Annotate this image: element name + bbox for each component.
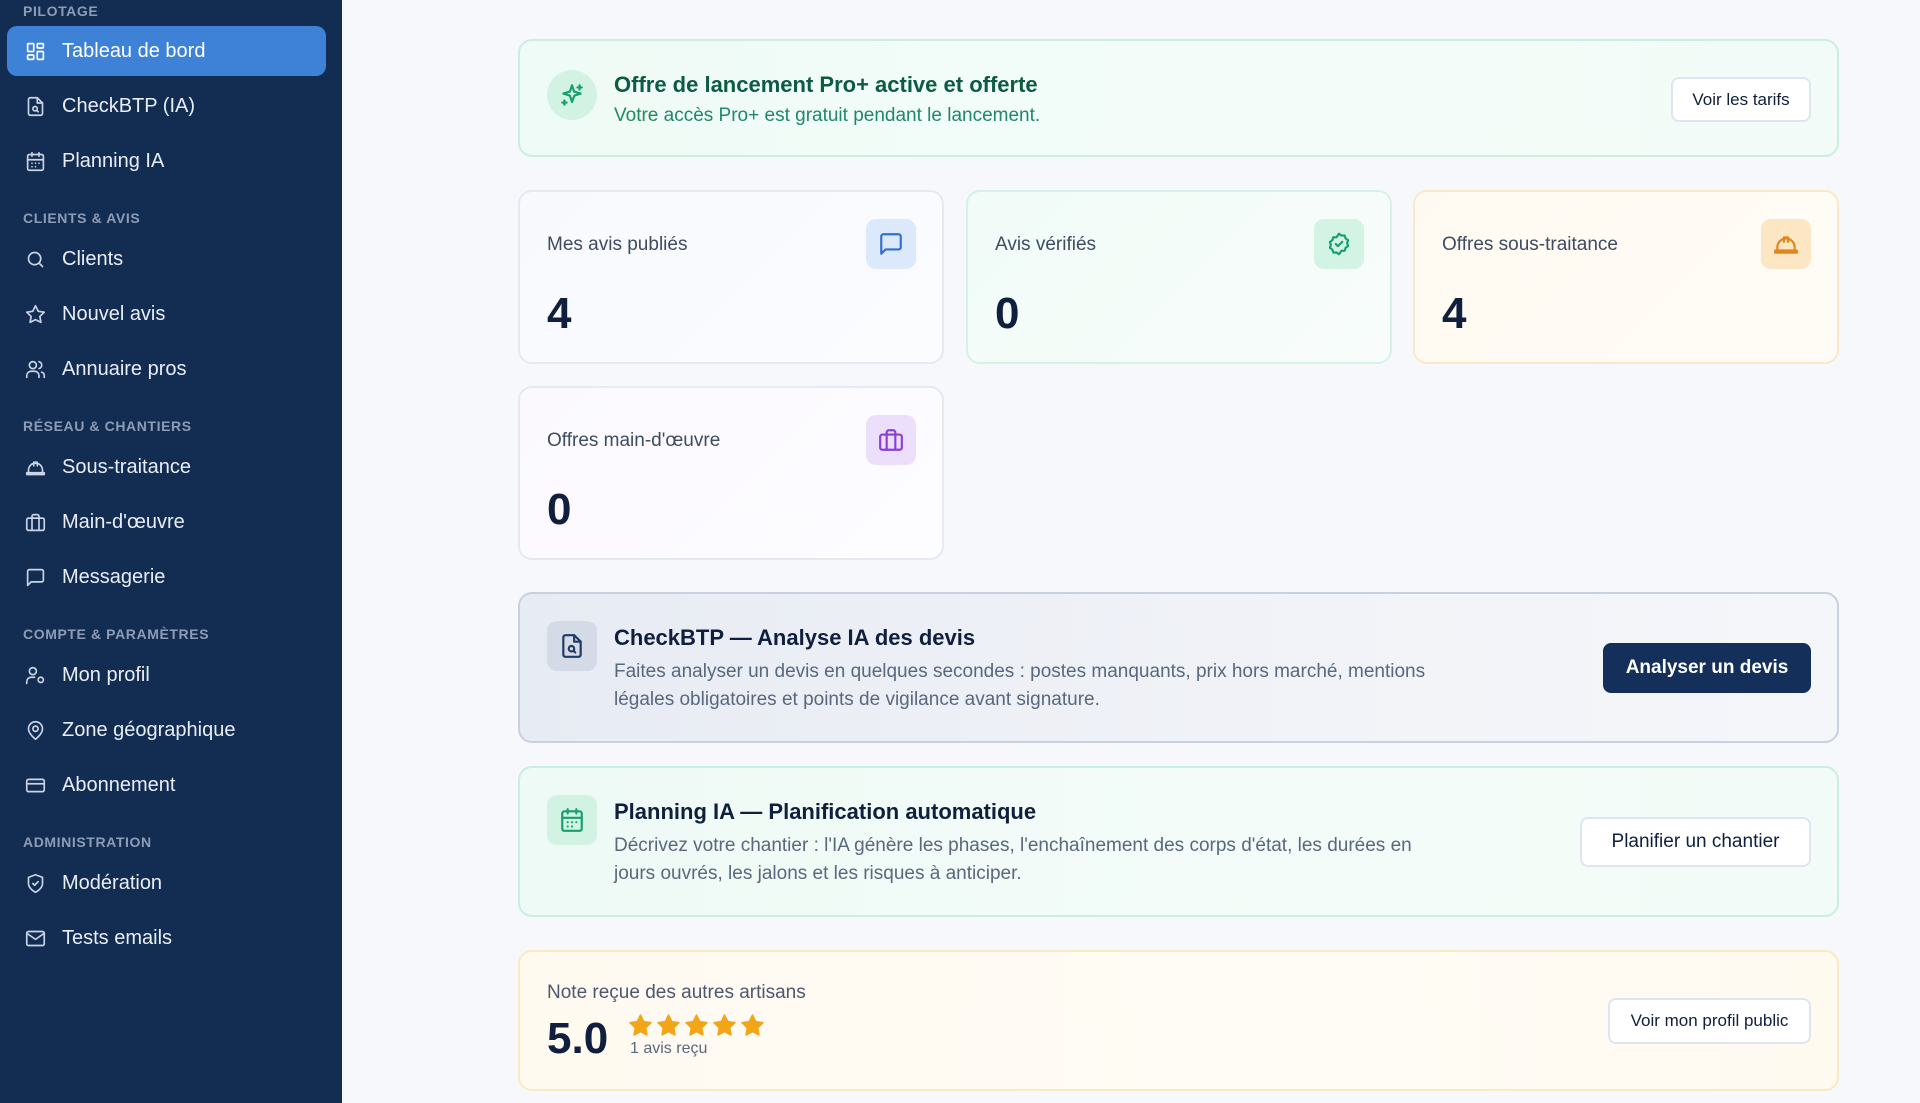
sidebar-section-pilotage: PILOTAGE bbox=[23, 3, 99, 19]
sidebar-item-abonnement[interactable]: Abonnement bbox=[7, 760, 326, 810]
sparkles-icon bbox=[547, 70, 597, 120]
checkbtp-description: Faites analyser un devis en quelques sec… bbox=[614, 661, 1426, 710]
sidebar-item-checkbtp[interactable]: CheckBTP (IA) bbox=[7, 81, 326, 131]
user-cog-icon bbox=[24, 664, 46, 686]
star-icon bbox=[629, 1014, 652, 1036]
sidebar-item-label: Tests emails bbox=[62, 926, 173, 949]
sidebar-section-administration: ADMINISTRATION bbox=[23, 834, 152, 850]
briefcase-icon bbox=[866, 415, 916, 465]
stat-card-verified-reviews: Avis vérifiés 0 bbox=[966, 190, 1392, 364]
sidebar-item-label: Abonnement bbox=[62, 773, 176, 796]
plan-site-button[interactable]: Planifier un chantier bbox=[1580, 817, 1811, 867]
sidebar-item-clients[interactable]: Clients bbox=[7, 234, 326, 284]
stat-card-labor-offers: Offres main-d'œuvre 0 bbox=[518, 386, 944, 560]
stat-card-subcontracting-offers: Offres sous-traitance 4 bbox=[1413, 190, 1839, 364]
file-search-icon bbox=[547, 621, 597, 671]
mail-icon bbox=[24, 927, 46, 949]
sidebar-item-planning-ia[interactable]: Planning IA bbox=[7, 136, 326, 186]
briefcase-icon bbox=[24, 511, 46, 533]
stat-label: Mes avis publiés bbox=[547, 234, 688, 255]
sidebar-section-compte: COMPTE & PARAMÈTRES bbox=[23, 626, 210, 642]
checkbtp-title: CheckBTP — Analyse IA des devis bbox=[614, 625, 976, 650]
sidebar-section-clients: CLIENTS & AVIS bbox=[23, 210, 141, 226]
shield-check-icon bbox=[24, 872, 46, 894]
rating-count: 1 avis reçu bbox=[630, 1040, 708, 1057]
sidebar-section-reseau: RÉSEAU & CHANTIERS bbox=[23, 418, 192, 434]
rating-card: Note reçue des autres artisans 5.0 1 avi… bbox=[518, 950, 1839, 1091]
sidebar-item-label: Main-d'œuvre bbox=[62, 510, 185, 533]
stat-value: 0 bbox=[995, 289, 1020, 338]
sidebar-item-label: Nouvel avis bbox=[62, 302, 166, 325]
sidebar-item-label: Sous-traitance bbox=[62, 455, 191, 478]
star-icon bbox=[24, 303, 46, 325]
sidebar-item-label: Planning IA bbox=[62, 149, 165, 172]
sidebar-item-label: Clients bbox=[62, 247, 124, 270]
stat-label: Avis vérifiés bbox=[995, 234, 1097, 255]
sidebar-item-mon-profil[interactable]: Mon profil bbox=[7, 650, 326, 700]
sidebar-item-label: Zone géographique bbox=[62, 718, 236, 741]
stat-label: Offres sous-traitance bbox=[1442, 234, 1619, 255]
view-public-profile-button[interactable]: Voir mon profil public bbox=[1608, 998, 1811, 1044]
sidebar-item-label: CheckBTP (IA) bbox=[62, 94, 195, 117]
message-icon bbox=[866, 219, 916, 269]
sidebar-item-moderation[interactable]: Modération bbox=[7, 858, 326, 908]
file-search-icon bbox=[24, 95, 46, 117]
star-icon bbox=[741, 1014, 764, 1036]
sidebar-item-tableau-de-bord[interactable]: Tableau de bord bbox=[7, 26, 326, 76]
stat-value: 0 bbox=[547, 485, 572, 534]
dashboard-icon bbox=[24, 40, 46, 62]
stat-value: 4 bbox=[547, 289, 572, 338]
stat-card-published-reviews: Mes avis publiés 4 bbox=[518, 190, 944, 364]
stat-label: Offres main-d'œuvre bbox=[547, 430, 721, 451]
users-icon bbox=[24, 358, 46, 380]
rating-score: 5.0 bbox=[547, 1014, 609, 1063]
stat-value: 4 bbox=[1442, 289, 1467, 338]
sidebar-item-tests-emails[interactable]: Tests emails bbox=[7, 913, 326, 963]
sidebar-item-nouvel-avis[interactable]: Nouvel avis bbox=[7, 289, 326, 339]
analyze-quote-button[interactable]: Analyser un devis bbox=[1603, 643, 1811, 693]
sidebar-item-zone-geographique[interactable]: Zone géographique bbox=[7, 705, 326, 755]
star-icon bbox=[685, 1014, 708, 1036]
rating-label: Note reçue des autres artisans bbox=[547, 982, 806, 1003]
search-icon bbox=[24, 248, 46, 270]
hard-hat-icon bbox=[1761, 219, 1811, 269]
planning-description: Décrivez votre chantier : l'IA génère le… bbox=[614, 835, 1412, 884]
sidebar-item-label: Mon profil bbox=[62, 663, 150, 686]
sidebar-item-label: Tableau de bord bbox=[62, 39, 206, 62]
sidebar-item-messagerie[interactable]: Messagerie bbox=[7, 552, 326, 602]
sidebar-item-annuaire-pros[interactable]: Annuaire pros bbox=[7, 344, 326, 394]
hard-hat-icon bbox=[24, 456, 46, 478]
checkbtp-card: CheckBTP — Analyse IA des devis Faites a… bbox=[518, 592, 1839, 743]
sidebar-item-main-oeuvre[interactable]: Main-d'œuvre bbox=[7, 497, 326, 547]
promo-title: Offre de lancement Pro+ active et offert… bbox=[614, 72, 1038, 97]
sidebar-item-label: Annuaire pros bbox=[62, 357, 187, 380]
calendar-icon bbox=[24, 150, 46, 172]
badge-check-icon bbox=[1314, 219, 1364, 269]
map-pin-icon bbox=[24, 719, 46, 741]
sidebar-item-label: Messagerie bbox=[62, 565, 166, 588]
planning-card: Planning IA — Planification automatique … bbox=[518, 766, 1839, 917]
star-icon bbox=[657, 1014, 680, 1036]
promo-subtitle: Votre accès Pro+ est gratuit pendant le … bbox=[614, 105, 1041, 126]
sidebar-item-label: Modération bbox=[62, 871, 163, 894]
promo-banner: Offre de lancement Pro+ active et offert… bbox=[518, 39, 1839, 157]
credit-card-icon bbox=[24, 774, 46, 796]
calendar-icon bbox=[547, 795, 597, 845]
rating-stars bbox=[628, 1013, 765, 1038]
view-pricing-button[interactable]: Voir les tarifs bbox=[1671, 77, 1811, 122]
star-icon bbox=[713, 1014, 736, 1036]
sidebar: PILOTAGE Tableau de bord CheckBTP (IA) P… bbox=[0, 0, 342, 1103]
planning-title: Planning IA — Planification automatique bbox=[614, 799, 1037, 824]
message-icon bbox=[24, 566, 46, 588]
sidebar-item-sous-traitance[interactable]: Sous-traitance bbox=[7, 442, 326, 492]
